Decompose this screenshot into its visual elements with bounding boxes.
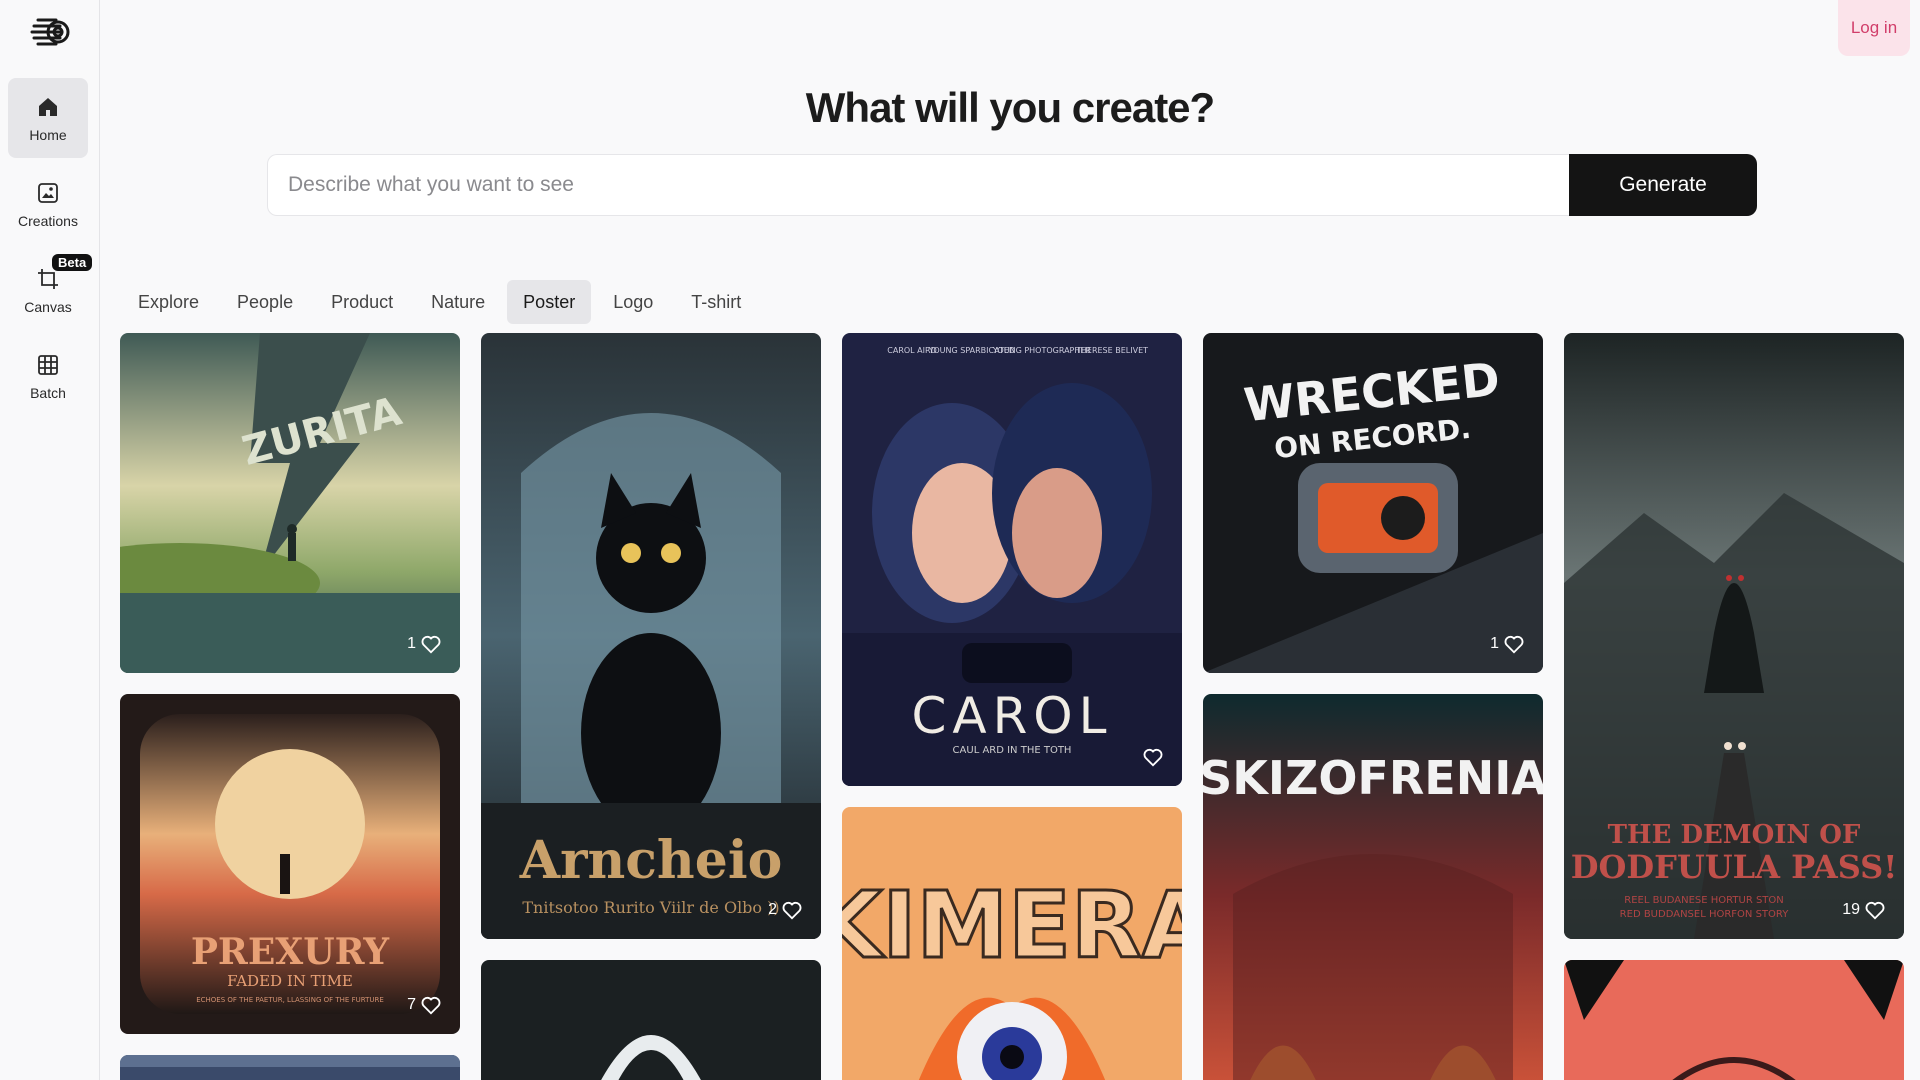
- poster-card[interactable]: ZURITA 1: [120, 333, 460, 673]
- poster-card[interactable]: [120, 1055, 460, 1080]
- like-count: 19: [1842, 901, 1860, 919]
- poster-subtitle: Tnitsotoo Rurito Viilr de Olbo )): [522, 898, 779, 917]
- poster-card[interactable]: THE DEMOIN OF DODFUULA PASS! REEL BUDANE…: [1564, 333, 1904, 939]
- poster-image: Arncheio Tnitsotoo Rurito Viilr de Olbo …: [481, 333, 821, 939]
- like-button[interactable]: 19: [1842, 899, 1886, 921]
- poster-subtitle: FADED IN TIME: [227, 972, 353, 990]
- generate-button[interactable]: Generate: [1569, 154, 1757, 216]
- poster-card[interactable]: Arncheio Tnitsotoo Rurito Viilr de Olbo …: [481, 333, 821, 939]
- sidebar-item-batch[interactable]: Batch: [8, 336, 88, 416]
- prompt-bar: Generate: [267, 154, 1757, 216]
- poster-image: [481, 960, 821, 1080]
- sidebar-item-creations[interactable]: Creations: [8, 164, 88, 244]
- sidebar-item-label: Home: [29, 127, 66, 143]
- poster-tagline: RED BUDDANSEL HORFON STORY: [1620, 909, 1790, 920]
- like-count: 7: [407, 996, 416, 1014]
- like-button[interactable]: 7: [407, 994, 442, 1016]
- beta-badge: Beta: [52, 254, 92, 271]
- tab-tshirt[interactable]: T-shirt: [675, 280, 757, 324]
- poster-image: ZURITA: [120, 333, 460, 673]
- heart-icon: [420, 994, 442, 1016]
- like-button[interactable]: 1: [1490, 633, 1525, 655]
- poster-tagline: REEL BUDANESE HORTUR STON: [1624, 895, 1784, 906]
- poster-card[interactable]: [481, 960, 821, 1080]
- poster-subtitle: DODFUULA PASS!: [1571, 848, 1898, 886]
- prompt-input[interactable]: [267, 154, 1569, 216]
- poster-image: THE DEMOIN OF DODFUULA PASS! REEL BUDANE…: [1564, 333, 1904, 939]
- page-title: What will you create?: [100, 84, 1920, 132]
- sidebar: Home Creations Beta Canvas Batch: [0, 0, 100, 1080]
- sidebar-item-label: Canvas: [24, 299, 71, 315]
- poster-image: [1564, 960, 1904, 1080]
- poster-subtitle: CAUL ARD IN THE TOTH: [953, 745, 1072, 756]
- like-count: 1: [407, 635, 416, 653]
- sidebar-item-canvas[interactable]: Beta Canvas: [8, 250, 88, 330]
- heart-icon: [1142, 746, 1164, 768]
- poster-card[interactable]: [1564, 960, 1904, 1080]
- brand-logo-icon[interactable]: [28, 12, 72, 52]
- heart-icon: [1864, 899, 1886, 921]
- poster-title: PREXURY: [191, 931, 391, 973]
- poster-image: SKIZOFRENIA: [1203, 694, 1543, 1080]
- like-button[interactable]: 2: [768, 899, 803, 921]
- heart-icon: [781, 899, 803, 921]
- poster-card[interactable]: SKIZOFRENIA: [1203, 694, 1543, 1080]
- like-count: 1: [1490, 635, 1499, 653]
- home-icon: [34, 93, 62, 121]
- tab-product[interactable]: Product: [315, 280, 409, 324]
- tab-explore[interactable]: Explore: [122, 280, 215, 324]
- poster-image: [120, 1055, 460, 1080]
- poster-tagline: ECHOES OF THE PAETUR, LLASSING OF THE FU…: [196, 996, 384, 1004]
- poster-card[interactable]: WRECKED ON RECORD. 1: [1203, 333, 1543, 673]
- grid-icon: [34, 351, 62, 379]
- poster-title: Arncheio: [519, 830, 783, 891]
- poster-image: CAROL AIRD YOUNG SPARBICATED YOUNG PHOTO…: [842, 333, 1182, 786]
- login-button[interactable]: Log in: [1838, 0, 1910, 56]
- tab-people[interactable]: People: [221, 280, 309, 324]
- sidebar-item-home[interactable]: Home: [8, 78, 88, 158]
- sidebar-item-label: Creations: [18, 213, 78, 229]
- tab-nature[interactable]: Nature: [415, 280, 501, 324]
- like-button[interactable]: [1138, 746, 1164, 768]
- poster-title: SKIZOFRENIA: [1203, 751, 1543, 805]
- like-button[interactable]: 1: [407, 633, 442, 655]
- poster-card[interactable]: PREXURY FADED IN TIME ECHOES OF THE PAET…: [120, 694, 460, 1034]
- image-icon: [34, 179, 62, 207]
- poster-card[interactable]: CAROL AIRD YOUNG SPARBICATED YOUNG PHOTO…: [842, 333, 1182, 786]
- credit-text: THERESE BELIVET: [1075, 346, 1148, 355]
- poster-title: KIMERA: [842, 872, 1182, 979]
- heart-icon: [1503, 633, 1525, 655]
- poster-card[interactable]: KIMERA: [842, 807, 1182, 1080]
- poster-image: WRECKED ON RECORD.: [1203, 333, 1543, 673]
- poster-image: KIMERA: [842, 807, 1182, 1080]
- poster-title: THE DEMOIN OF: [1608, 820, 1861, 850]
- category-tabs: Explore People Product Nature Poster Log…: [122, 280, 757, 324]
- tab-logo[interactable]: Logo: [597, 280, 669, 324]
- heart-icon: [420, 633, 442, 655]
- tab-poster[interactable]: Poster: [507, 280, 591, 324]
- poster-title: CAROL: [911, 687, 1112, 745]
- like-count: 2: [768, 901, 777, 919]
- poster-image: PREXURY FADED IN TIME ECHOES OF THE PAET…: [120, 694, 460, 1034]
- sidebar-item-label: Batch: [30, 385, 66, 401]
